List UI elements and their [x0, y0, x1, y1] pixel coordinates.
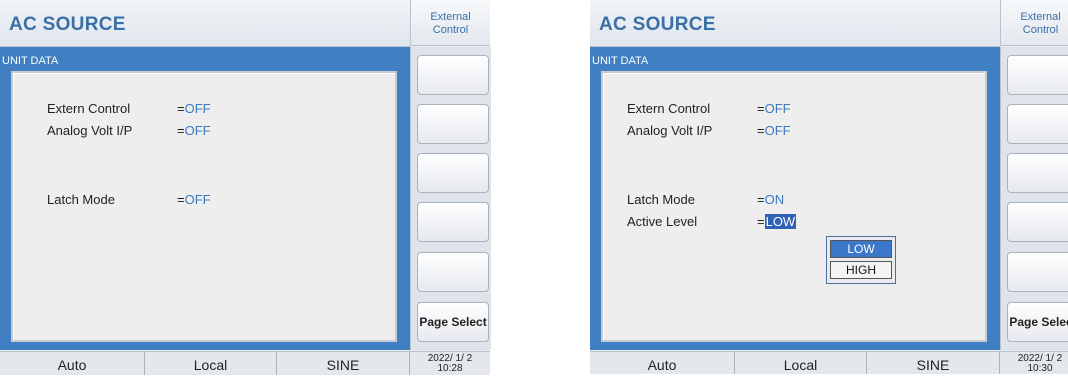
- unit-data-panel: Extern Control =OFF Analog Volt I/P =OFF…: [11, 71, 397, 342]
- soft-key-1-button[interactable]: [1007, 55, 1068, 95]
- title-bar: AC SOURCE: [590, 0, 1000, 47]
- soft-key-2-button[interactable]: [1007, 104, 1068, 144]
- row-value: =OFF: [177, 101, 211, 116]
- status-bar: Auto Local SINE 2022/ 1/ 2 10:30: [590, 351, 1068, 374]
- row-label: Analog Volt I/P: [47, 123, 133, 138]
- active-level-dropdown: LOW HIGH: [826, 236, 896, 284]
- row-value: =OFF: [757, 101, 791, 116]
- page-select-button[interactable]: Page Select: [417, 302, 489, 342]
- row-label: Latch Mode: [47, 192, 115, 207]
- panel-title: UNIT DATA: [2, 55, 59, 67]
- external-control-label-line2: Control: [1022, 24, 1059, 36]
- status-control: Local: [145, 352, 277, 375]
- dropdown-option-high[interactable]: HIGH: [830, 261, 892, 279]
- title-bar: AC SOURCE: [0, 0, 410, 47]
- page-select-button[interactable]: Page Select: [1007, 302, 1068, 342]
- external-control-label: External Control: [1000, 0, 1068, 46]
- soft-key-5-button[interactable]: [417, 252, 489, 292]
- soft-key-3-button[interactable]: [1007, 153, 1068, 193]
- external-control-label-line2: Control: [432, 24, 469, 36]
- row-label: Extern Control: [627, 101, 711, 116]
- status-control: Local: [735, 352, 867, 374]
- soft-key-1-button[interactable]: [417, 55, 489, 95]
- instrument-screen-before: AC SOURCE External Control UNIT DATA Ext…: [0, 0, 491, 375]
- panel-title: UNIT DATA: [592, 55, 649, 67]
- soft-key-3-button[interactable]: [417, 153, 489, 193]
- status-clock: 2022/ 1/ 2 10:28: [410, 352, 490, 375]
- status-time: 10:28: [437, 363, 463, 374]
- status-bar: Auto Local SINE 2022/ 1/ 2 10:28: [0, 351, 490, 375]
- status-waveform: SINE: [867, 352, 1000, 374]
- row-value: =LOW: [757, 214, 797, 229]
- soft-key-5-button[interactable]: [1007, 252, 1068, 292]
- row-label: Extern Control: [47, 101, 131, 116]
- status-clock: 2022/ 1/ 2 10:30: [1000, 352, 1068, 374]
- row-label: Analog Volt I/P: [627, 123, 713, 138]
- status-waveform: SINE: [277, 352, 410, 375]
- dropdown-option-low[interactable]: LOW: [830, 240, 892, 258]
- external-control-label-line1: External: [1020, 11, 1061, 23]
- row-value: =ON: [757, 192, 785, 207]
- status-mode: Auto: [590, 352, 735, 374]
- row-label: Active Level: [627, 214, 698, 229]
- external-control-label: External Control: [410, 0, 490, 46]
- row-value: =OFF: [177, 192, 211, 207]
- unit-data-panel: Extern Control =OFF Analog Volt I/P =OFF…: [601, 71, 987, 342]
- status-mode: Auto: [0, 352, 145, 375]
- active-level-selected-value: LOW: [764, 214, 797, 229]
- soft-key-4-button[interactable]: [1007, 202, 1068, 242]
- instrument-screen-after: AC SOURCE External Control UNIT DATA Ext…: [590, 0, 1068, 374]
- row-label: Latch Mode: [627, 192, 695, 207]
- soft-key-4-button[interactable]: [417, 202, 489, 242]
- app-title: AC SOURCE: [599, 14, 716, 35]
- row-value: =OFF: [177, 123, 211, 138]
- status-time: 10:30: [1027, 363, 1053, 374]
- soft-key-column: Page Select: [1000, 47, 1068, 350]
- soft-key-2-button[interactable]: [417, 104, 489, 144]
- external-control-label-line1: External: [430, 11, 471, 23]
- row-value: =OFF: [757, 123, 791, 138]
- app-title: AC SOURCE: [9, 14, 126, 35]
- soft-key-column: Page Select: [410, 47, 491, 350]
